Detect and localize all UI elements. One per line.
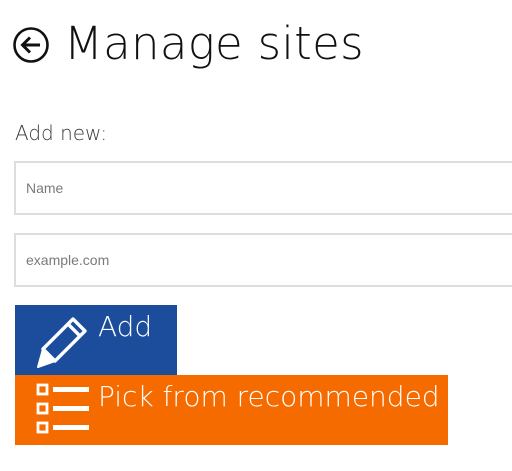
url-input[interactable] (14, 233, 512, 287)
pencil-icon (37, 317, 87, 368)
back-button[interactable] (12, 26, 50, 64)
pick-recommended-button[interactable]: Pick from recommended (15, 375, 448, 445)
pick-recommended-label: Pick from recommended (98, 380, 440, 413)
add-new-label: Add new: (15, 121, 108, 145)
page-title: Manage sites (64, 17, 364, 70)
add-button-label: Add (98, 310, 153, 343)
manage-sites-page: Manage sites Add new: Add Pick from reco… (0, 0, 512, 471)
name-input[interactable] (14, 161, 512, 215)
list-icon (36, 383, 89, 434)
back-arrow-circle-icon (13, 27, 49, 63)
add-button[interactable]: Add (15, 305, 177, 376)
